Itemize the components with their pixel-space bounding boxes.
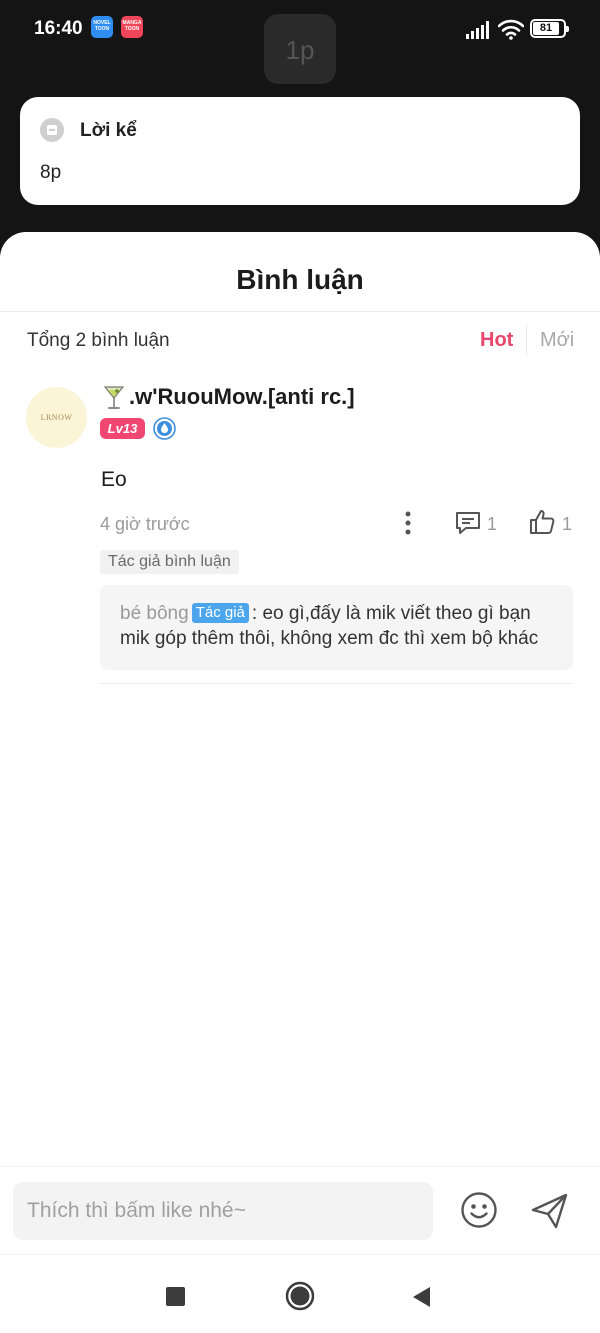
level-badge: Lv13 bbox=[100, 418, 145, 439]
page-indicator: 1p bbox=[264, 14, 336, 84]
reply-author-name[interactable]: bé bông bbox=[120, 603, 189, 624]
like-count: 1 bbox=[562, 514, 573, 534]
message-bubble-icon bbox=[40, 118, 64, 142]
back-icon[interactable] bbox=[410, 1285, 432, 1309]
cell-signal-icon bbox=[466, 21, 489, 39]
system-nav-bar bbox=[0, 1254, 600, 1333]
comment-total: Tổng 2 bình luận bbox=[27, 330, 170, 351]
narration-card: Lời kể 8p bbox=[20, 97, 580, 205]
narration-title: Lời kể bbox=[80, 120, 137, 141]
manga-toon-app-icon: MANGA TOON bbox=[121, 16, 143, 38]
comment-divider bbox=[100, 683, 573, 684]
comment-username: .w'RuouMow.[anti rc.] bbox=[129, 384, 355, 409]
author-comment-tag: Tác giả bình luận bbox=[100, 550, 239, 574]
narration-text: 8p bbox=[40, 162, 62, 183]
reply-preview[interactable]: bé bông Tác giả: eo gì,đấy là mik viết th… bbox=[100, 585, 573, 670]
cocktail-icon bbox=[103, 386, 125, 409]
title-divider bbox=[0, 311, 600, 312]
battery-level: 81 bbox=[539, 22, 553, 34]
home-icon[interactable] bbox=[285, 1281, 315, 1311]
more-options-icon[interactable] bbox=[398, 510, 418, 536]
comment-input-bar bbox=[0, 1166, 600, 1254]
reply-text-1: : eo gì,đấy là mik viết theo gì bạn bbox=[251, 603, 531, 624]
thumbs-up-icon[interactable] bbox=[528, 508, 556, 536]
wifi-icon bbox=[498, 19, 524, 40]
author-badge: Tác giả bbox=[191, 603, 249, 623]
comment-time: 4 giờ trước bbox=[100, 514, 190, 534]
comment-text: Eo bbox=[101, 468, 127, 491]
novel-toon-app-icon: NOVEL TOON bbox=[91, 16, 113, 38]
recent-apps-icon[interactable] bbox=[166, 1287, 185, 1306]
reply-icon[interactable] bbox=[454, 510, 482, 536]
reply-count: 1 bbox=[487, 514, 498, 534]
status-time: 16:40 bbox=[34, 18, 83, 39]
reply-line-1: bé bông Tác giả: eo gì,đấy là mik viết th… bbox=[120, 601, 553, 626]
sort-divider bbox=[526, 325, 527, 355]
water-drop-badge-icon bbox=[153, 417, 176, 440]
emoji-icon[interactable] bbox=[460, 1191, 498, 1229]
comments-sheet: Bình luận Tổng 2 bình luận Hot Mới LRNOW… bbox=[0, 232, 600, 1333]
sort-hot-tab[interactable]: Hot bbox=[480, 329, 513, 352]
battery-icon: 81 bbox=[530, 19, 569, 38]
sheet-title: Bình luận bbox=[236, 264, 364, 295]
comment-input[interactable] bbox=[13, 1182, 433, 1240]
send-icon[interactable] bbox=[530, 1191, 570, 1231]
avatar[interactable]: LRNOW bbox=[26, 387, 87, 448]
reply-text-2: mik góp thêm thôi, không xem đc thì xem … bbox=[120, 628, 539, 649]
sort-new-tab[interactable]: Mới bbox=[540, 329, 574, 352]
